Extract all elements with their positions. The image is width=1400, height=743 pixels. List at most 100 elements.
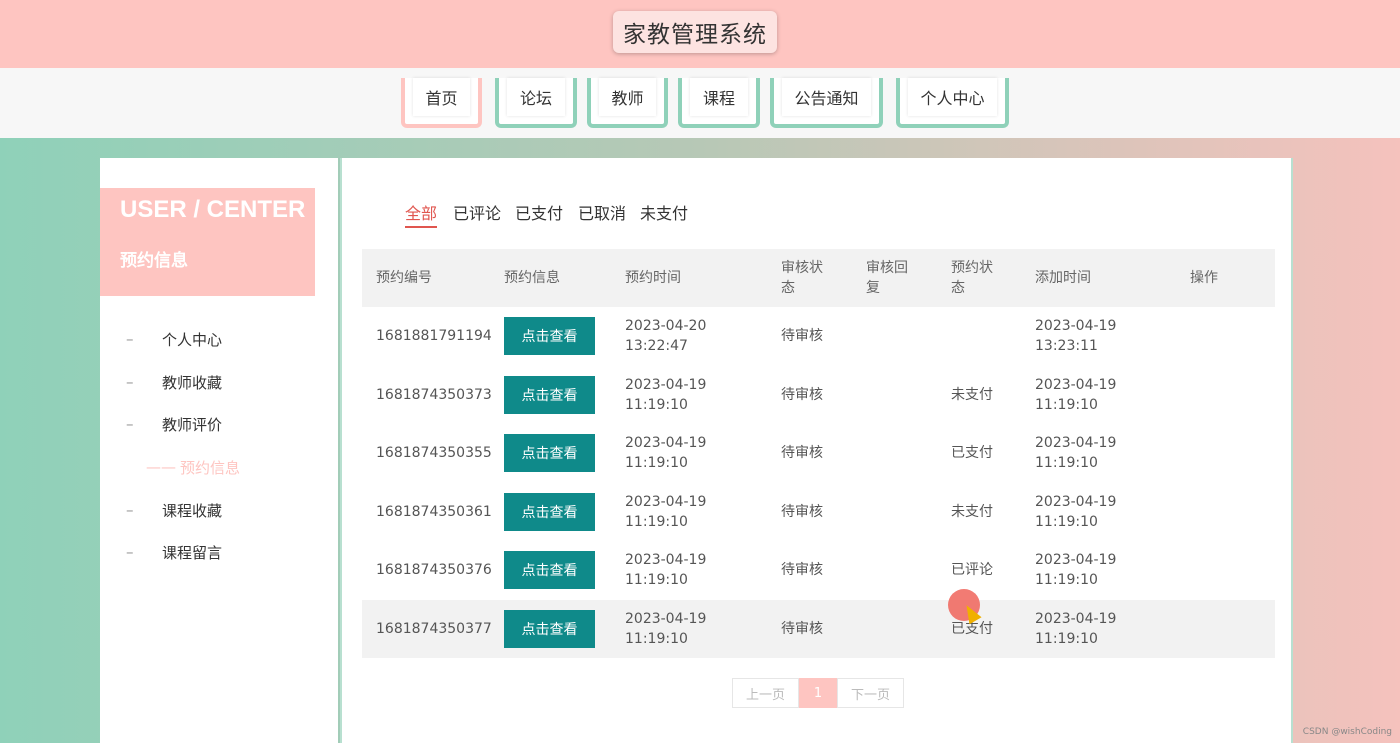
view-details-button[interactable]: 点击查看 — [504, 434, 595, 472]
appointment-date: 2023-04-19 — [625, 552, 707, 568]
added-date: 2023-04-19 — [1035, 610, 1117, 627]
dash-icon: – — [126, 543, 134, 561]
review-status: 待审核 — [781, 503, 823, 520]
table-row: 1681874350361 点击查看 2023-04-19 11:19:10 待审核 未支… — [362, 482, 1275, 541]
nav-teachers[interactable]: 教师 — [587, 78, 668, 128]
appointment-clock: 11:19:10 — [625, 455, 688, 471]
col-header: 预约编号 — [376, 270, 432, 286]
col-header: 预约信息 — [504, 270, 560, 286]
sidebar-title-en: USER / CENTER — [120, 196, 306, 223]
view-details-button[interactable]: 点击查看 — [504, 492, 595, 531]
appointment-status: 未支付 — [951, 386, 993, 403]
added-time: 2023-04-19 13:23:11 — [1035, 307, 1116, 365]
pagination: 上一页 1 下一页 — [732, 678, 904, 708]
sidebar-item-course-messages[interactable]: – 课程留言 — [126, 540, 222, 564]
table-body: 1681881791194 点击查看 2023-04-20 13:22:47 待审核 20… — [362, 307, 1275, 658]
filter-tab-paid[interactable]: 已支付 — [515, 200, 563, 226]
sidebar: USER / CENTER 预约信息 – 个人中心 – 教师收藏 – 教师评价 … — [100, 158, 338, 743]
review-status: 待审核 — [781, 562, 823, 578]
view-details-button[interactable]: 点击查看 — [504, 375, 595, 414]
appointment-time: 2023-04-19 11:19:10 — [625, 424, 706, 482]
appointment-time: 2023-04-19 11:19:10 — [625, 366, 706, 424]
nav-user-center-label: 个人中心 — [908, 78, 997, 116]
table-row: 1681874350377 点击查看 2023-04-19 11:19:10 待审核 已支… — [362, 599, 1275, 658]
review-status: 待审核 — [781, 620, 823, 637]
added-time: 2023-04-19 11:19:10 — [1035, 483, 1116, 541]
filter-tab-all[interactable]: 全部 — [405, 200, 438, 228]
appointment-id: 1681874350376 — [376, 562, 492, 578]
main-nav: 首页 论坛 教师 课程 公告通知 个人中心 — [0, 68, 1400, 138]
added-date: 2023-04-19 — [1035, 376, 1117, 393]
nav-user-center[interactable]: 个人中心 — [896, 78, 1009, 128]
table-row: 1681874350376 点击查看 2023-04-19 11:19:10 待审核 已评… — [362, 541, 1275, 600]
col-header: 预约状态 — [951, 260, 993, 296]
sidebar-item-profile[interactable]: – 个人中心 — [126, 327, 222, 351]
table-row: 1681874350373 点击查看 2023-04-19 11:19:10 待审核 未支… — [362, 365, 1275, 424]
appointment-id: 1681874350361 — [376, 503, 492, 520]
added-clock: 11:19:10 — [1035, 396, 1098, 413]
sidebar-item-label: 课程收藏 — [162, 501, 223, 520]
sidebar-title-cn: 预约信息 — [120, 251, 188, 271]
nav-home[interactable]: 首页 — [401, 78, 482, 128]
prev-page-button[interactable]: 上一页 — [732, 678, 799, 708]
appointment-time: 2023-04-20 13:22:47 — [625, 307, 706, 365]
watermark: CSDN @wishCoding — [1302, 727, 1392, 737]
appointment-time: 2023-04-19 11:19:10 — [625, 541, 706, 599]
appointment-time: 2023-04-19 11:19:10 — [625, 600, 706, 658]
view-details-button[interactable]: 点击查看 — [504, 317, 595, 355]
sidebar-item-appointments[interactable]: —— 预约信息 — [146, 455, 240, 479]
view-details-button[interactable]: 点击查看 — [504, 609, 595, 648]
added-clock: 11:19:10 — [1035, 630, 1098, 647]
dash-icon: – — [126, 415, 134, 433]
review-status: 待审核 — [781, 386, 823, 403]
sidebar-item-label: 教师收藏 — [162, 373, 223, 392]
appointments-table: 预约编号 预约信息 预约时间 审核状态 审核回复 预约状态 添加时间 操作 16… — [362, 249, 1275, 658]
added-clock: 11:19:10 — [1035, 513, 1098, 530]
nav-forum[interactable]: 论坛 — [495, 78, 577, 128]
appointment-date: 2023-04-19 — [625, 435, 707, 451]
sidebar-item-course-favorites[interactable]: – 课程收藏 — [126, 498, 222, 522]
added-date: 2023-04-19 — [1035, 552, 1117, 568]
added-clock: 11:19:10 — [1035, 572, 1098, 588]
filter-tab-cancelled[interactable]: 已取消 — [578, 200, 626, 226]
main-panel: 全部 已评论 已支付 已取消 未支付 预约编号 预约信息 预约时间 审核状态 审… — [340, 158, 1293, 743]
sidebar-item-teacher-reviews[interactable]: – 教师评价 — [126, 412, 222, 436]
site-title: 家教管理系统 — [613, 11, 777, 53]
header-bar: 家教管理系统 — [0, 0, 1400, 68]
sidebar-item-label: 课程留言 — [162, 543, 223, 562]
sidebar-item-teacher-favorites[interactable]: – 教师收藏 — [126, 370, 222, 394]
sidebar-item-label: 个人中心 — [162, 330, 223, 349]
added-date: 2023-04-19 — [1035, 318, 1117, 334]
view-details-button[interactable]: 点击查看 — [504, 551, 595, 589]
appointment-status: 已支付 — [951, 445, 993, 461]
next-page-button[interactable]: 下一页 — [837, 678, 904, 708]
appointment-id: 1681881791194 — [376, 328, 492, 344]
appointment-id: 1681874350377 — [376, 620, 492, 637]
page-number-button[interactable]: 1 — [799, 678, 837, 708]
table-row: 1681874350355 点击查看 2023-04-19 11:19:10 待审核 已支… — [362, 424, 1275, 483]
nav-courses[interactable]: 课程 — [678, 78, 760, 128]
col-header: 操作 — [1190, 270, 1218, 286]
col-header: 审核状态 — [781, 260, 823, 296]
appointment-clock: 11:19:10 — [625, 513, 688, 530]
dash-icon: – — [126, 373, 134, 391]
nav-notices[interactable]: 公告通知 — [770, 78, 883, 128]
appointment-clock: 13:22:47 — [625, 338, 688, 354]
appointment-clock: 11:19:10 — [625, 396, 688, 413]
col-header: 审核回复 — [866, 260, 908, 296]
filter-tab-reviewed[interactable]: 已评论 — [453, 200, 501, 226]
dash-icon: – — [126, 330, 134, 348]
table-row: 1681881791194 点击查看 2023-04-20 13:22:47 待审核 20… — [362, 307, 1275, 366]
appointment-date: 2023-04-19 — [625, 376, 707, 393]
appointment-time: 2023-04-19 11:19:10 — [625, 483, 706, 541]
appointment-date: 2023-04-20 — [625, 318, 707, 334]
filter-tab-unpaid[interactable]: 未支付 — [640, 200, 688, 226]
nav-teachers-label: 教师 — [599, 78, 656, 116]
sidebar-item-label: 教师评价 — [162, 415, 223, 434]
appointment-id: 1681874350355 — [376, 445, 492, 461]
added-date: 2023-04-19 — [1035, 435, 1117, 451]
appointment-id: 1681874350373 — [376, 386, 492, 403]
appointment-date: 2023-04-19 — [625, 493, 707, 510]
nav-notices-label: 公告通知 — [782, 78, 871, 116]
dash-icon: – — [126, 501, 134, 519]
